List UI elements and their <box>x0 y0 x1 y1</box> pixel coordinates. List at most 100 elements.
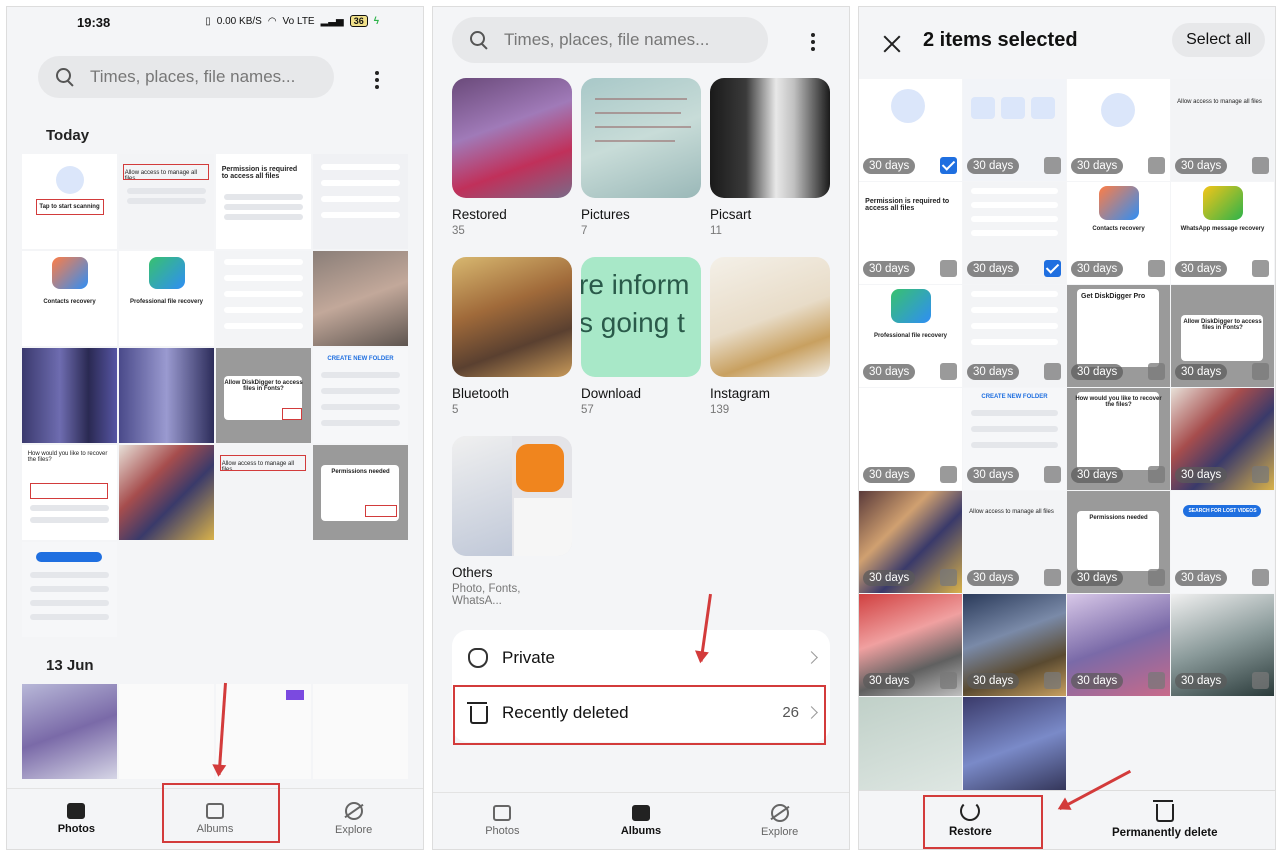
search-bar[interactable]: Times, places, file names... <box>452 17 768 63</box>
checkbox[interactable] <box>1044 466 1061 483</box>
tile-text: Professional file recovery <box>129 299 204 305</box>
deleted-item[interactable]: 30 days <box>859 79 962 181</box>
photo-tile[interactable]: Permission is required to access all fil… <box>216 154 311 249</box>
nav-photos[interactable]: Photos <box>452 805 552 837</box>
checkbox[interactable] <box>940 672 957 689</box>
checkbox-checked[interactable] <box>1044 260 1061 277</box>
checkbox[interactable] <box>1252 569 1269 586</box>
select-all-button[interactable]: Select all <box>1172 23 1265 57</box>
highlight-box <box>220 455 306 471</box>
photo-tile[interactable] <box>216 251 311 346</box>
nav-explore[interactable]: Explore <box>304 802 404 836</box>
checkbox[interactable] <box>1044 569 1061 586</box>
photo-tile[interactable] <box>22 684 117 779</box>
deleted-item[interactable]: Allow access to manage all files 30 days <box>1171 79 1274 181</box>
deleted-item[interactable]: Contacts recovery 30 days <box>1067 182 1170 284</box>
photo-tile[interactable]: Allow DiskDigger to access files in Font… <box>216 348 311 443</box>
deleted-item[interactable]: Allow DiskDigger to access files in Font… <box>1171 285 1274 387</box>
checkbox-checked[interactable] <box>940 157 957 174</box>
deleted-item[interactable]: 30 days <box>963 182 1066 284</box>
nav-explore[interactable]: Explore <box>730 804 830 838</box>
deleted-item[interactable]: Permissions needed 30 days <box>1067 491 1170 593</box>
checkbox[interactable] <box>1252 672 1269 689</box>
deleted-item[interactable]: 30 days <box>1067 79 1170 181</box>
album-instagram[interactable]: Instagram 139 <box>710 257 830 416</box>
deleted-item[interactable]: Professional file recovery 30 days <box>859 285 962 387</box>
close-icon[interactable] <box>881 33 903 55</box>
photo-tile[interactable] <box>119 348 214 443</box>
deleted-item[interactable]: 30 days <box>963 285 1066 387</box>
album-bluetooth[interactable]: Bluetooth 5 <box>452 257 572 416</box>
deleted-item[interactable]: 30 days <box>1171 594 1274 696</box>
album-others[interactable]: Others Photo, Fonts, WhatsA... <box>452 436 572 607</box>
album-picsart[interactable]: Picsart 11 <box>710 78 830 237</box>
tile-text: Permissions needed <box>331 469 390 475</box>
deleted-item[interactable]: 30 days <box>859 491 962 593</box>
photo-tile[interactable] <box>313 154 408 249</box>
deleted-item[interactable]: 30 days <box>1171 388 1274 490</box>
photo-tile[interactable]: Allow access to manage all files <box>216 445 311 540</box>
checkbox[interactable] <box>940 569 957 586</box>
checkbox[interactable] <box>940 466 957 483</box>
photo-tile[interactable]: How would you like to recover the files? <box>22 445 117 540</box>
days-left-badge: 30 days <box>863 261 916 277</box>
photo-tile[interactable]: Contacts recovery <box>22 251 117 346</box>
checkbox[interactable] <box>940 260 957 277</box>
photo-tile[interactable]: Allow access to manage all files <box>119 154 214 249</box>
checkbox[interactable] <box>1148 363 1165 380</box>
photo-tile[interactable]: Professional file recovery <box>119 251 214 346</box>
deleted-item[interactable]: CREATE NEW FOLDER 30 days <box>963 388 1066 490</box>
more-options-icon[interactable] <box>811 31 817 54</box>
deleted-item[interactable] <box>859 697 962 799</box>
checkbox[interactable] <box>1148 157 1165 174</box>
deleted-item[interactable]: Get DiskDigger Pro 30 days <box>1067 285 1170 387</box>
nav-photos[interactable]: Photos <box>26 803 126 835</box>
checkbox[interactable] <box>940 363 957 380</box>
private-row[interactable]: Private <box>452 630 830 685</box>
deleted-item[interactable]: 30 days <box>859 594 962 696</box>
deleted-item[interactable]: 30 days <box>1067 594 1170 696</box>
checkbox[interactable] <box>1148 260 1165 277</box>
photo-tile[interactable]: CREATE NEW FOLDER <box>313 348 408 443</box>
checkbox[interactable] <box>1044 157 1061 174</box>
status-icons: ▯ 0.00 KB/S ◠ Vo LTE ▂▃▅ 36 ϟ <box>205 15 379 27</box>
album-thumbnail <box>452 436 572 556</box>
checkbox[interactable] <box>1044 363 1061 380</box>
deleted-item[interactable]: 30 days <box>963 594 1066 696</box>
deleted-item[interactable]: 30 days <box>963 79 1066 181</box>
photo-tile[interactable] <box>313 251 408 346</box>
deleted-item[interactable]: 30 days <box>859 388 962 490</box>
album-download[interactable]: re inform s going t Download 57 <box>581 257 701 416</box>
album-thumbnail: re inform s going t <box>581 257 701 377</box>
nav-albums[interactable]: Albums <box>591 805 691 837</box>
photo-tile[interactable] <box>216 684 311 779</box>
deleted-item[interactable]: SEARCH FOR LOST VIDEOS 30 days <box>1171 491 1274 593</box>
checkbox[interactable] <box>1252 260 1269 277</box>
deleted-item[interactable]: Permission is required to access all fil… <box>859 182 962 284</box>
checkbox[interactable] <box>1148 466 1165 483</box>
album-restored[interactable]: Restored 35 <box>452 78 572 237</box>
signal-icon: ▂▃▅ <box>320 15 344 27</box>
checkbox[interactable] <box>1252 363 1269 380</box>
deleted-item[interactable]: WhatsApp message recovery 30 days <box>1171 182 1274 284</box>
search-bar[interactable]: Times, places, file names... <box>38 56 334 98</box>
checkbox[interactable] <box>1252 466 1269 483</box>
deleted-item[interactable]: Allow access to manage all files 30 days <box>963 491 1066 593</box>
photo-tile[interactable] <box>22 348 117 443</box>
checkbox[interactable] <box>1044 672 1061 689</box>
photo-tile[interactable] <box>22 542 117 637</box>
deleted-item[interactable]: How would you like to recover the files?… <box>1067 388 1170 490</box>
checkbox[interactable] <box>1148 672 1165 689</box>
photo-tile[interactable]: Permissions needed <box>313 445 408 540</box>
checkbox[interactable] <box>1252 157 1269 174</box>
photo-tile[interactable] <box>313 684 408 779</box>
permanently-delete-button[interactable]: Permanently delete <box>1112 800 1217 839</box>
photo-tile[interactable] <box>119 684 214 779</box>
photo-tile[interactable] <box>119 445 214 540</box>
deleted-item[interactable] <box>963 697 1066 799</box>
album-pictures[interactable]: Pictures 7 <box>581 78 701 237</box>
photo-tile[interactable]: Tap to start scanning <box>22 154 117 249</box>
deleted-items-grid: 30 days 30 days 30 days Allow access to … <box>859 79 1274 799</box>
checkbox[interactable] <box>1148 569 1165 586</box>
more-options-icon[interactable] <box>375 69 381 92</box>
